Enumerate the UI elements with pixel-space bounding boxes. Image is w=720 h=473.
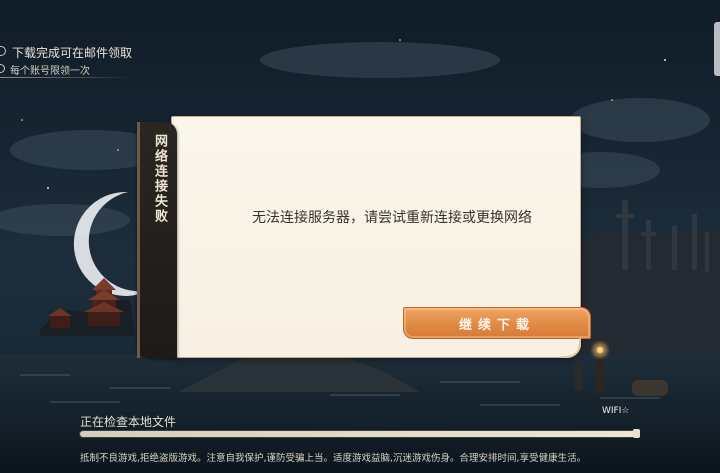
error-message: 无法连接服务器，请尝试重新连接或更换网络 (252, 210, 532, 226)
divider (0, 77, 135, 78)
side-tab[interactable] (714, 22, 720, 76)
mail-notice-line1: 下载完成可在邮件领取 (12, 46, 133, 60)
dialog-title-tab: 网络连接失败 (137, 122, 177, 358)
mail-reward-notice: 下载完成可在邮件领取 每个账号限领一次 (0, 43, 140, 79)
progress-status-label: 正在检查本地文件 (80, 415, 177, 429)
progress-bar-cap (633, 429, 640, 438)
network-error-dialog: 无法连接服务器，请尝试重新连接或更换网络 继续下载 网络连接失败 (137, 116, 591, 360)
mail-notice-line2: 每个账号限领一次 (10, 66, 90, 77)
dialog-title: 网络连接失败 (152, 134, 167, 224)
progress-bar-fill (80, 431, 637, 437)
network-status: WIFI☆ (602, 406, 630, 416)
tab-edge (137, 122, 140, 358)
bracket-icon (0, 64, 5, 73)
progress-bar (80, 431, 637, 437)
health-gaming-notice: 抵制不良游戏,拒绝盗版游戏。注意自我保护,谨防受骗上当。适度游戏益脑,沉迷游戏伤… (80, 453, 587, 464)
continue-download-button[interactable]: 继续下载 (403, 307, 591, 339)
dialog-body: 无法连接服务器，请尝试重新连接或更换网络 继续下载 (171, 116, 591, 358)
bracket-icon (0, 46, 6, 56)
continue-download-label: 继续下载 (458, 318, 535, 333)
